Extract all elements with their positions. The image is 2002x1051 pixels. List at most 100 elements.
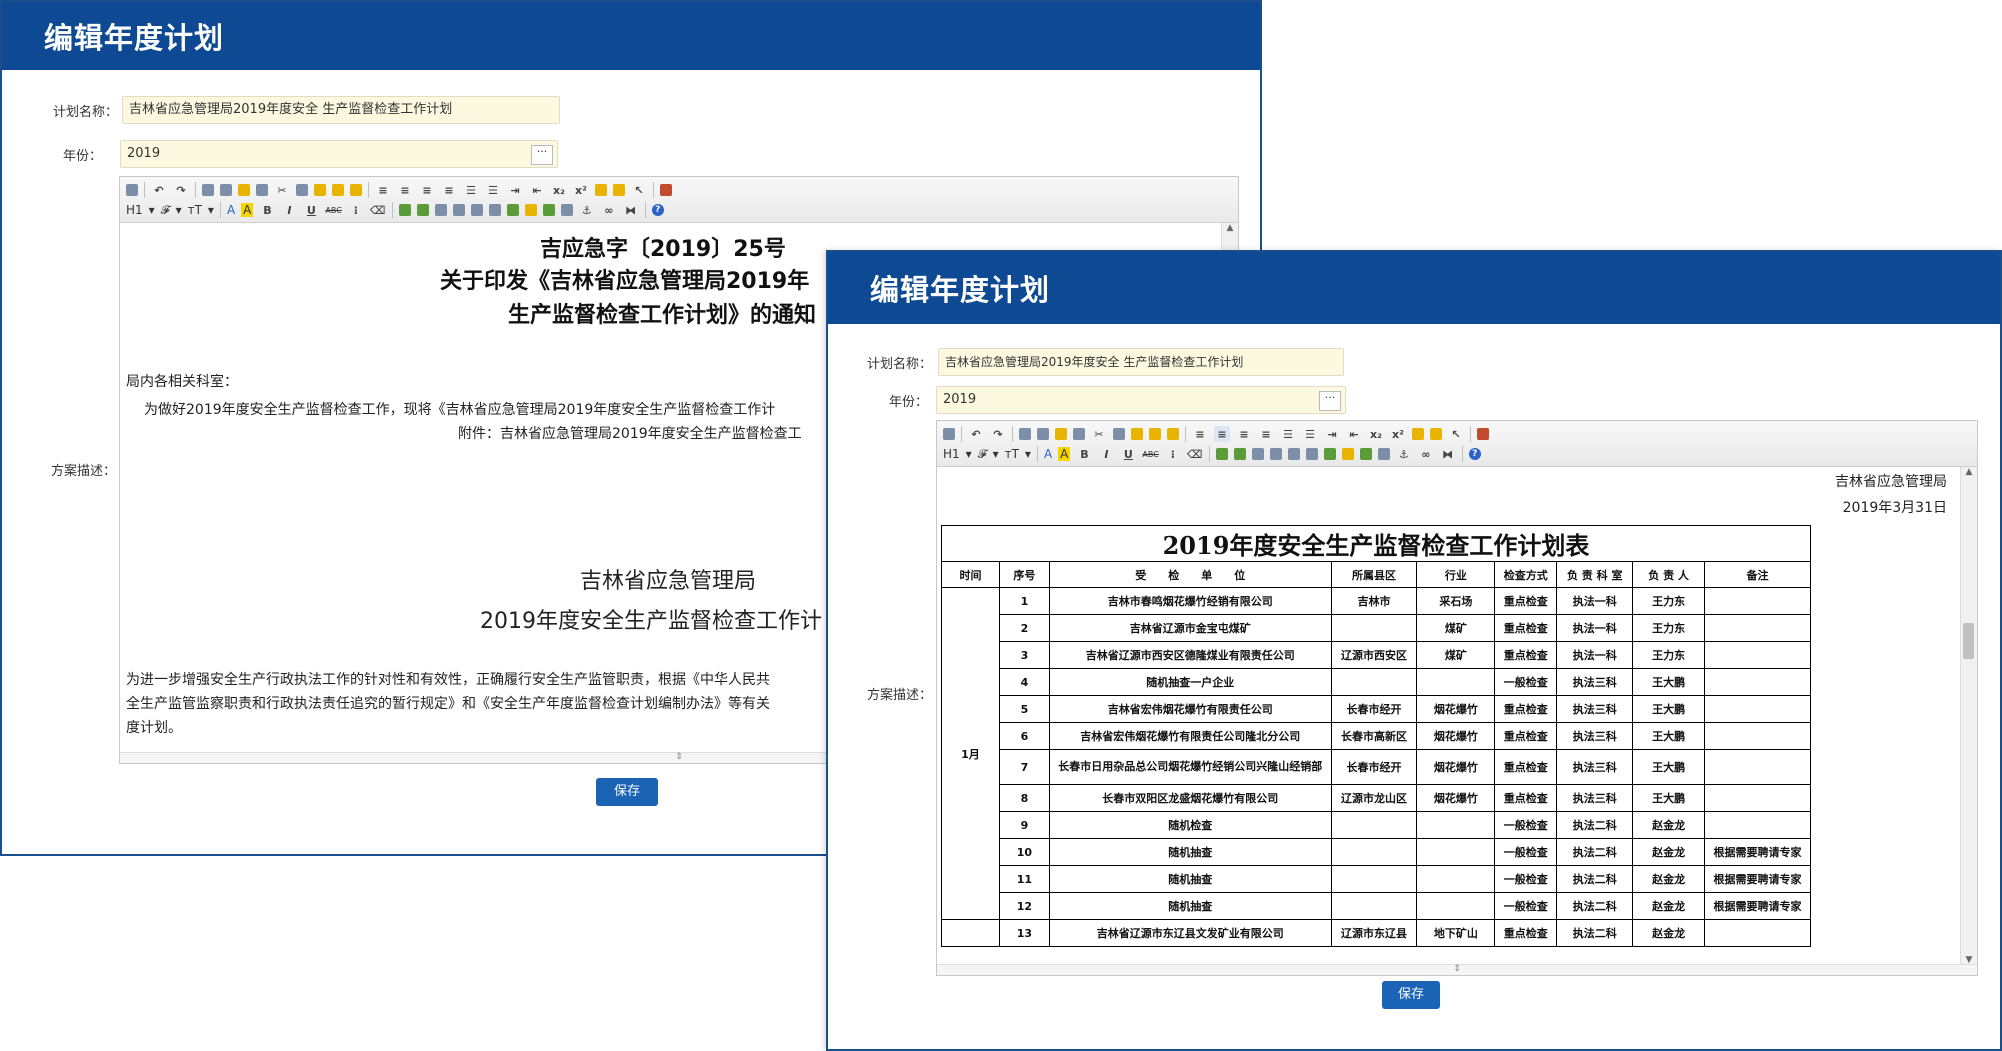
- media-icon[interactable]: [452, 204, 465, 216]
- print-icon[interactable]: [220, 184, 232, 196]
- bold-button[interactable]: B: [259, 202, 275, 218]
- bold-button[interactable]: B: [1076, 446, 1092, 462]
- help-icon[interactable]: ?: [1468, 448, 1481, 460]
- anchor-icon[interactable]: ⚓: [1396, 446, 1412, 462]
- table-icon[interactable]: [488, 204, 501, 216]
- unordered-list-icon[interactable]: ☰: [485, 182, 501, 198]
- source-icon[interactable]: [943, 428, 955, 440]
- image-icon[interactable]: [1215, 448, 1228, 460]
- remove-format-icon[interactable]: ⌫: [370, 202, 386, 218]
- save-button[interactable]: 保存: [1382, 981, 1440, 1009]
- format-painter-icon[interactable]: [1430, 428, 1442, 440]
- undo-icon[interactable]: ↶: [968, 426, 984, 442]
- smiley-icon[interactable]: [1341, 448, 1354, 460]
- image-icon[interactable]: [398, 204, 411, 216]
- subscript-icon[interactable]: x₂: [551, 182, 567, 198]
- redo-icon[interactable]: ↷: [990, 426, 1006, 442]
- redo-icon[interactable]: ↷: [173, 182, 189, 198]
- font-family-dropdown[interactable]: 𝓕: [161, 203, 170, 218]
- font-color-button[interactable]: A: [1044, 447, 1052, 461]
- emoticon-icon[interactable]: [506, 204, 519, 216]
- paste-icon[interactable]: [314, 184, 326, 196]
- save-button[interactable]: 保存: [596, 778, 658, 806]
- font-size-dropdown[interactable]: тT: [1005, 447, 1019, 461]
- ordered-list-icon[interactable]: ☰: [463, 182, 479, 198]
- source-icon[interactable]: [126, 184, 138, 196]
- help-icon[interactable]: ?: [651, 204, 664, 216]
- font-family-dropdown[interactable]: 𝓕: [978, 447, 987, 462]
- align-center-icon[interactable]: ≡: [1214, 426, 1230, 442]
- code-icon[interactable]: [256, 184, 268, 196]
- flash-icon[interactable]: [434, 204, 447, 216]
- font-color-button[interactable]: A: [227, 203, 235, 217]
- editor-content[interactable]: 吉林省应急管理局 2019年3月31日 2019年度安全生产监督检查工作计划表 …: [937, 467, 1961, 965]
- hr-icon[interactable]: ⁝: [348, 202, 364, 218]
- paste-icon[interactable]: [1131, 428, 1143, 440]
- plan-name-input[interactable]: 吉林省应急管理局2019年度安全 生产监督检查工作计划: [938, 348, 1344, 376]
- italic-button[interactable]: I: [281, 202, 297, 218]
- heading-dropdown[interactable]: H1: [943, 447, 960, 461]
- unlink-icon[interactable]: ⧓: [623, 202, 639, 218]
- template-icon[interactable]: [1055, 428, 1067, 440]
- select-all-icon[interactable]: ↖: [1448, 426, 1464, 442]
- editor-scrollbar[interactable]: ▲ ▼: [1960, 467, 1977, 965]
- attachment-icon[interactable]: [470, 204, 483, 216]
- strikethrough-button[interactable]: ABC: [1142, 450, 1158, 459]
- hr-icon[interactable]: ⁝: [1165, 446, 1181, 462]
- emoticon-icon[interactable]: [1323, 448, 1336, 460]
- anchor-icon[interactable]: ⚓: [579, 202, 595, 218]
- indent-icon[interactable]: ⇥: [1324, 426, 1340, 442]
- page-break-icon[interactable]: [1377, 448, 1390, 460]
- background-color-button[interactable]: A: [241, 203, 254, 217]
- format-painter-icon[interactable]: [613, 184, 625, 196]
- font-size-dropdown[interactable]: тT: [188, 203, 202, 217]
- copy-icon[interactable]: [296, 184, 308, 196]
- page-break-icon[interactable]: [560, 204, 573, 216]
- align-left-icon[interactable]: ≡: [1192, 426, 1208, 442]
- attachment-icon[interactable]: [1287, 448, 1300, 460]
- smiley-icon[interactable]: [524, 204, 537, 216]
- heading-dropdown[interactable]: H1: [126, 203, 143, 217]
- scroll-thumb[interactable]: [1963, 623, 1974, 659]
- clear-format-icon[interactable]: [1412, 428, 1424, 440]
- undo-icon[interactable]: ↶: [151, 182, 167, 198]
- year-picker-button[interactable]: ···: [531, 145, 553, 165]
- ordered-list-icon[interactable]: ☰: [1280, 426, 1296, 442]
- media-icon[interactable]: [1269, 448, 1282, 460]
- preview-icon[interactable]: [202, 184, 214, 196]
- align-left-icon[interactable]: ≡: [375, 182, 391, 198]
- map-icon[interactable]: [542, 204, 555, 216]
- scroll-up-icon[interactable]: ▲: [1961, 467, 1977, 477]
- paste-word-icon[interactable]: [1167, 428, 1179, 440]
- italic-button[interactable]: I: [1098, 446, 1114, 462]
- background-color-button[interactable]: A: [1058, 447, 1071, 461]
- outdent-icon[interactable]: ⇤: [1346, 426, 1362, 442]
- clear-format-icon[interactable]: [595, 184, 607, 196]
- copy-icon[interactable]: [1113, 428, 1125, 440]
- indent-icon[interactable]: ⇥: [507, 182, 523, 198]
- superscript-icon[interactable]: x²: [1390, 426, 1406, 442]
- fullscreen-icon[interactable]: [1477, 428, 1489, 440]
- remove-format-icon[interactable]: ⌫: [1187, 446, 1203, 462]
- rich-text-editor[interactable]: ↶ ↷ ✂ ≡ ≡ ≡ ≡ ☰ ☰ ⇥ ⇤ x₂ x² ↖ H1 ▾ 𝓕 ▾ тT ▾ A A B I …: [936, 420, 1978, 976]
- underline-button[interactable]: U: [303, 202, 319, 218]
- subscript-icon[interactable]: x₂: [1368, 426, 1384, 442]
- align-right-icon[interactable]: ≡: [1236, 426, 1252, 442]
- table-icon[interactable]: [1305, 448, 1318, 460]
- map-icon[interactable]: [1359, 448, 1372, 460]
- unlink-icon[interactable]: ⧓: [1440, 446, 1456, 462]
- print-icon[interactable]: [1037, 428, 1049, 440]
- year-input[interactable]: 2019 ···: [936, 386, 1346, 414]
- select-all-icon[interactable]: ↖: [631, 182, 647, 198]
- strikethrough-button[interactable]: ABC: [325, 206, 341, 215]
- cut-icon[interactable]: ✂: [274, 182, 290, 198]
- paste-word-icon[interactable]: [350, 184, 362, 196]
- flash-icon[interactable]: [1251, 448, 1264, 460]
- link-icon[interactable]: ∞: [1418, 446, 1434, 462]
- paste-text-icon[interactable]: [332, 184, 344, 196]
- scroll-up-icon[interactable]: ▲: [1222, 223, 1238, 233]
- multi-image-icon[interactable]: [416, 204, 429, 216]
- link-icon[interactable]: ∞: [601, 202, 617, 218]
- template-icon[interactable]: [238, 184, 250, 196]
- year-input[interactable]: 2019 ···: [120, 140, 558, 168]
